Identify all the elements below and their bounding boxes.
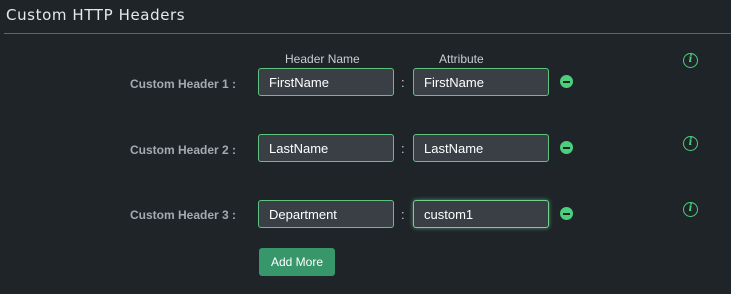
info-icon[interactable]: i xyxy=(683,53,698,68)
row-label-custom-header-1: Custom Header 1 : xyxy=(130,77,237,91)
info-icon[interactable]: i xyxy=(683,136,698,151)
minus-circle-icon xyxy=(563,212,570,215)
minus-circle-icon xyxy=(563,80,570,83)
section-title: Custom HTTP Headers xyxy=(6,6,186,24)
row-separator-2: : xyxy=(401,141,405,156)
minus-circle-icon xyxy=(563,146,570,149)
custom-http-headers-panel: Custom HTTP Headers Header Name Attribut… xyxy=(0,0,731,294)
remove-header-3-button[interactable] xyxy=(560,207,573,220)
add-more-button[interactable]: Add More xyxy=(259,248,335,276)
row-label-custom-header-2: Custom Header 2 : xyxy=(130,143,237,157)
row-separator-1: : xyxy=(401,75,405,90)
row-label-custom-header-3: Custom Header 3 : xyxy=(130,208,237,222)
section-divider xyxy=(4,33,731,34)
column-header-name: Header Name xyxy=(285,52,360,66)
remove-header-2-button[interactable] xyxy=(560,141,573,154)
row-separator-3: : xyxy=(401,207,405,222)
remove-header-1-button[interactable] xyxy=(560,75,573,88)
column-header-attribute: Attribute xyxy=(439,52,484,66)
attribute-input-2[interactable] xyxy=(413,134,549,162)
attribute-input-1[interactable] xyxy=(413,68,549,96)
header-name-input-1[interactable] xyxy=(258,68,394,96)
header-name-input-3[interactable] xyxy=(258,200,394,228)
info-icon[interactable]: i xyxy=(683,202,698,217)
attribute-input-3[interactable] xyxy=(413,200,549,228)
header-name-input-2[interactable] xyxy=(258,134,394,162)
